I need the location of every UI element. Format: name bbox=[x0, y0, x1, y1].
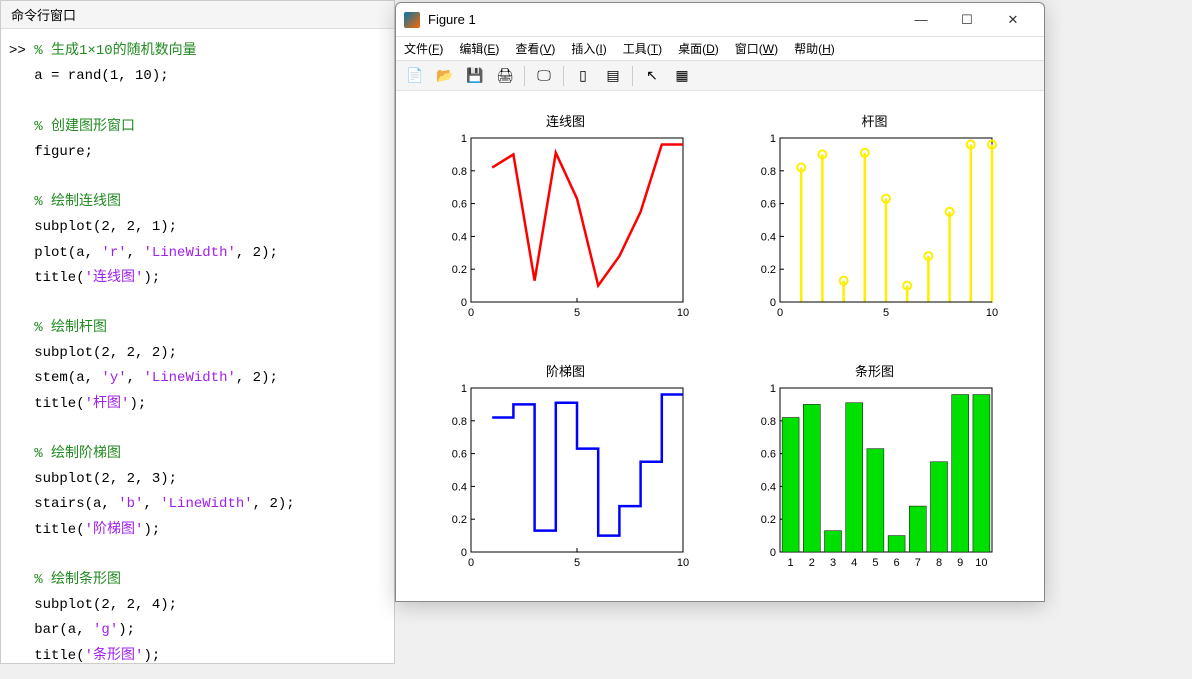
svg-text:10: 10 bbox=[676, 307, 688, 319]
figure-titlebar[interactable]: Figure 1 — ☐ ✕ bbox=[396, 3, 1044, 37]
svg-text:5: 5 bbox=[882, 307, 888, 319]
subplot-title: 条形图 bbox=[855, 361, 894, 380]
menu-item[interactable]: 帮助(H) bbox=[794, 40, 835, 57]
svg-text:0.6: 0.6 bbox=[451, 449, 466, 461]
svg-text:0.8: 0.8 bbox=[760, 166, 775, 178]
svg-text:0.4: 0.4 bbox=[451, 231, 466, 243]
svg-text:0.4: 0.4 bbox=[760, 231, 775, 243]
subplot-title: 连线图 bbox=[546, 111, 585, 130]
svg-text:0.8: 0.8 bbox=[760, 416, 775, 428]
svg-text:0.8: 0.8 bbox=[451, 166, 466, 178]
pointer-icon[interactable]: ↖ bbox=[641, 65, 663, 87]
svg-text:0.6: 0.6 bbox=[760, 449, 775, 461]
menu-item[interactable]: 编辑(E) bbox=[459, 40, 499, 57]
svg-text:0.4: 0.4 bbox=[451, 481, 466, 493]
svg-text:0: 0 bbox=[460, 297, 466, 309]
legend-icon[interactable]: ▦ bbox=[671, 65, 693, 87]
svg-text:0.4: 0.4 bbox=[760, 481, 775, 493]
svg-text:1: 1 bbox=[769, 133, 775, 145]
command-window-body[interactable]: >> % 生成1×10的随机数向量 a = rand(1, 10); % 创建图… bbox=[1, 29, 394, 679]
print-icon[interactable]: 🖨 bbox=[494, 65, 516, 87]
command-window-title: 命令行窗口 bbox=[1, 1, 394, 29]
svg-text:9: 9 bbox=[957, 557, 963, 569]
svg-text:10: 10 bbox=[975, 557, 987, 569]
svg-text:1: 1 bbox=[787, 557, 793, 569]
open-icon[interactable]: 📂 bbox=[434, 65, 456, 87]
svg-text:6: 6 bbox=[893, 557, 899, 569]
subplot-bar: 条形图 0 0.2 0.4 0.6 0.8 1 1 2 3 4 5 6 7 8 9 10 bbox=[735, 361, 1014, 581]
svg-text:1: 1 bbox=[769, 383, 775, 395]
subplot-line: 连线图 00.20.40.60.810510 bbox=[426, 111, 705, 331]
data-cursor-icon[interactable]: ▯ bbox=[572, 65, 594, 87]
svg-text:8: 8 bbox=[935, 557, 941, 569]
svg-text:0.8: 0.8 bbox=[451, 416, 466, 428]
figure-window: Figure 1 — ☐ ✕ 文件(F) 编辑(E) 查看(V) 插入(I) 工具(T)… bbox=[395, 2, 1045, 602]
svg-text:3: 3 bbox=[829, 557, 835, 569]
toolbar-separator bbox=[524, 66, 525, 86]
toolbar-separator bbox=[632, 66, 633, 86]
svg-text:5: 5 bbox=[872, 557, 878, 569]
svg-text:0.2: 0.2 bbox=[451, 514, 466, 526]
menu-item[interactable]: 桌面(D) bbox=[678, 40, 719, 57]
toolbar-separator bbox=[563, 66, 564, 86]
axes-stairs[interactable]: 00.20.40.60.810510 bbox=[441, 382, 691, 572]
subplot-title: 阶梯图 bbox=[546, 361, 585, 380]
colorbar-icon[interactable]: ▤ bbox=[602, 65, 624, 87]
svg-text:0.6: 0.6 bbox=[451, 199, 466, 211]
plots-area: 连线图 00.20.40.60.810510 杆图 00.20.40.60.81… bbox=[396, 91, 1044, 601]
svg-text:5: 5 bbox=[573, 557, 579, 569]
axes-line[interactable]: 00.20.40.60.810510 bbox=[441, 132, 691, 322]
toolbar: 📄 📂 💾 🖨 🖵 ▯ ▤ ↖ ▦ bbox=[396, 61, 1044, 91]
close-button[interactable]: ✕ bbox=[990, 6, 1036, 34]
maximize-button[interactable]: ☐ bbox=[944, 6, 990, 34]
svg-text:7: 7 bbox=[914, 557, 920, 569]
svg-text:10: 10 bbox=[985, 307, 997, 319]
svg-text:2: 2 bbox=[808, 557, 814, 569]
svg-text:0: 0 bbox=[460, 547, 466, 559]
svg-text:0.6: 0.6 bbox=[760, 199, 775, 211]
subplot-stem: 杆图 00.20.40.60.810510 bbox=[735, 111, 1014, 331]
menu-item[interactable]: 查看(V) bbox=[515, 40, 555, 57]
svg-text:1: 1 bbox=[460, 133, 466, 145]
svg-text:4: 4 bbox=[851, 557, 857, 569]
svg-text:0: 0 bbox=[776, 307, 782, 319]
svg-text:10: 10 bbox=[676, 557, 688, 569]
subplot-stairs: 阶梯图 00.20.40.60.810510 bbox=[426, 361, 705, 581]
svg-text:0.2: 0.2 bbox=[760, 514, 775, 526]
svg-text:1: 1 bbox=[460, 383, 466, 395]
new-figure-icon[interactable]: 📄 bbox=[404, 65, 426, 87]
save-icon[interactable]: 💾 bbox=[464, 65, 486, 87]
svg-text:5: 5 bbox=[573, 307, 579, 319]
menu-item[interactable]: 文件(F) bbox=[404, 40, 443, 57]
figure-title: Figure 1 bbox=[428, 12, 898, 27]
svg-text:0: 0 bbox=[467, 557, 473, 569]
menu-item[interactable]: 工具(T) bbox=[623, 40, 662, 57]
menu-item[interactable]: 插入(I) bbox=[571, 40, 606, 57]
svg-text:0: 0 bbox=[467, 307, 473, 319]
svg-text:0: 0 bbox=[769, 297, 775, 309]
matlab-icon bbox=[404, 12, 420, 28]
svg-text:0: 0 bbox=[769, 547, 775, 559]
minimize-button[interactable]: — bbox=[898, 6, 944, 34]
svg-text:0.2: 0.2 bbox=[760, 264, 775, 276]
menu-bar: 文件(F) 编辑(E) 查看(V) 插入(I) 工具(T) 桌面(D) 窗口(W) 帮助(H) bbox=[396, 37, 1044, 61]
axes-bar[interactable]: 0 0.2 0.4 0.6 0.8 1 1 2 3 4 5 6 7 8 9 10 bbox=[750, 382, 1000, 572]
screenshot-icon[interactable]: 🖵 bbox=[533, 65, 555, 87]
subplot-title: 杆图 bbox=[861, 111, 887, 130]
axes-stem[interactable]: 00.20.40.60.810510 bbox=[750, 132, 1000, 322]
command-window: 命令行窗口 >> % 生成1×10的随机数向量 a = rand(1, 10);… bbox=[0, 0, 395, 664]
svg-text:0.2: 0.2 bbox=[451, 264, 466, 276]
menu-item[interactable]: 窗口(W) bbox=[735, 40, 778, 57]
